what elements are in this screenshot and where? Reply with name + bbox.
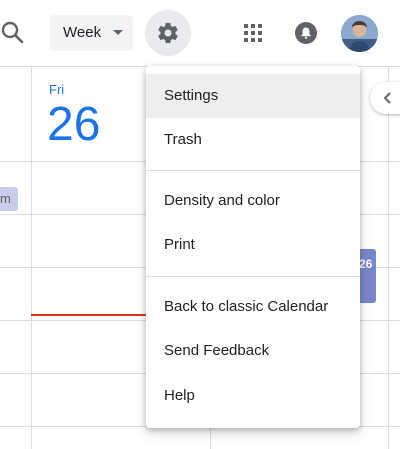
chevron-left-icon [383, 92, 391, 104]
user-avatar[interactable] [341, 15, 378, 52]
menu-item-trash[interactable]: Trash [146, 118, 360, 162]
bell-icon[interactable] [294, 21, 318, 45]
menu-item-settings[interactable]: Settings [146, 74, 360, 118]
menu-item-label: Density and color [164, 192, 280, 209]
apps-grid-icon[interactable] [243, 23, 263, 43]
grid-divider [388, 67, 389, 449]
event-chip-label: 26 [359, 257, 373, 271]
view-select[interactable]: Week [50, 15, 133, 51]
view-select-label: Week [63, 24, 102, 41]
settings-button[interactable] [145, 10, 191, 56]
menu-item-label: Print [164, 236, 195, 253]
side-panel-toggle[interactable] [370, 82, 400, 114]
event-chip[interactable]: m [0, 187, 18, 211]
menu-item-label: Trash [164, 131, 202, 148]
day-number[interactable]: 26 [47, 97, 100, 153]
menu-item-density-and-color[interactable]: Density and color [146, 179, 360, 223]
event-chip-label: m [0, 191, 11, 206]
grid-divider [31, 67, 32, 449]
menu-item-label: Send Feedback [164, 342, 270, 359]
menu-item-help[interactable]: Help [146, 374, 360, 418]
current-time-line [31, 314, 151, 316]
menu-item-label: Help [164, 387, 195, 404]
menu-item-classic-calendar[interactable]: Back to classic Calendar [146, 285, 360, 329]
menu-item-label: Back to classic Calendar [164, 298, 329, 315]
menu-divider [146, 276, 360, 277]
menu-item-print[interactable]: Print [146, 223, 360, 267]
menu-item-label: Settings [164, 87, 219, 104]
gear-icon [158, 23, 178, 44]
chevron-down-icon [113, 30, 123, 35]
day-name: Fri [49, 82, 65, 97]
search-icon[interactable] [0, 20, 26, 46]
menu-item-send-feedback[interactable]: Send Feedback [146, 329, 360, 373]
settings-menu: Settings Trash Density and color Print B… [146, 66, 360, 428]
top-bar: Week [0, 0, 400, 66]
menu-divider [146, 170, 360, 171]
